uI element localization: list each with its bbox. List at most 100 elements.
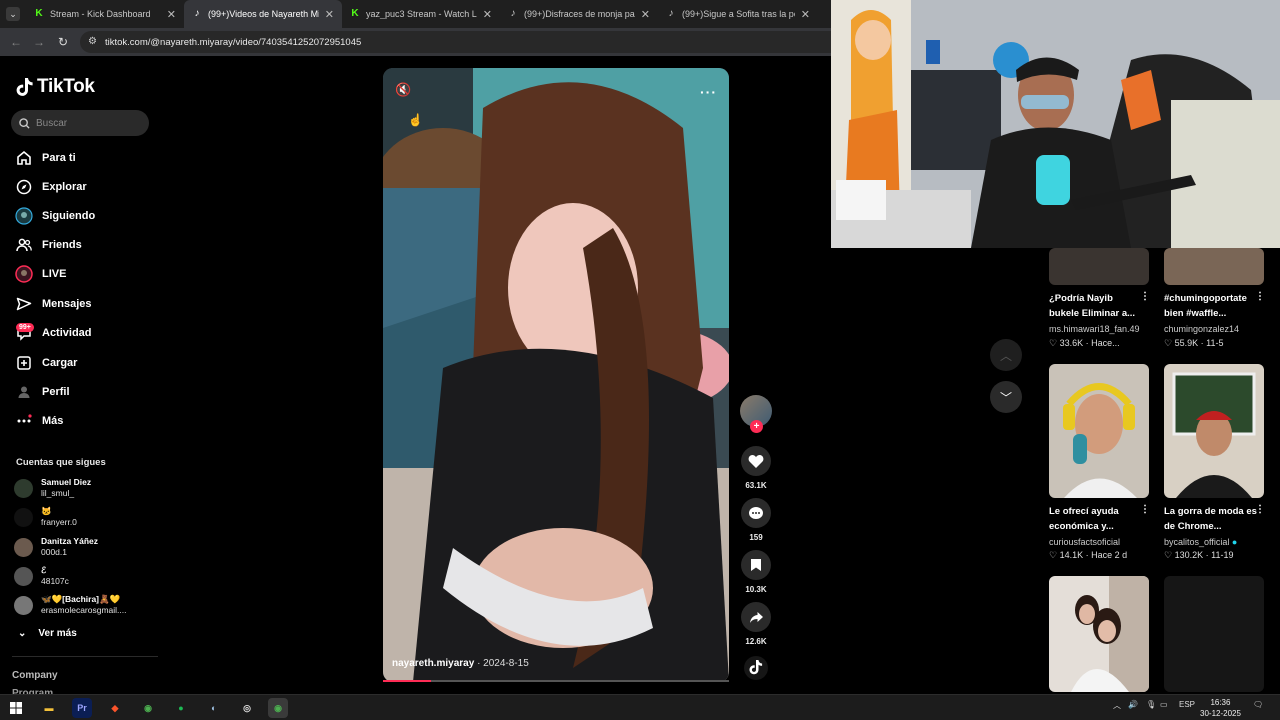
save-count: 10.3K — [745, 585, 767, 594]
tab-search-button[interactable]: ⌄ — [6, 7, 20, 21]
followed-account[interactable]: ℰ 48107c — [14, 565, 69, 587]
reload-icon[interactable]: ↻ — [58, 36, 68, 48]
nav-item-siguiendo[interactable]: Siguiendo — [14, 206, 95, 226]
next-video-button[interactable]: ﹀ — [990, 381, 1022, 413]
browser-tab-active[interactable]: ♪ (99+)Videos de Nayareth Miya ✕ — [184, 0, 342, 28]
tiktok-sound-icon[interactable] — [744, 656, 768, 685]
share-button[interactable]: 12.6K — [736, 602, 776, 646]
grid-card-user[interactable]: bycalitos_official ● — [1164, 537, 1237, 547]
site-info-icon[interactable]: ⚙ — [88, 36, 97, 47]
file-explorer-icon[interactable]: ▬ — [39, 698, 59, 718]
comment-button[interactable]: 159 — [736, 498, 776, 542]
followed-account[interactable]: 🐱 franyerr.0 — [14, 506, 77, 528]
grid-thumbnail[interactable] — [1049, 576, 1149, 692]
chrome-active-icon[interactable]: ◉ — [268, 698, 288, 718]
obs-icon[interactable]: ◎ — [237, 698, 257, 718]
card-options-icon[interactable]: ⋮ — [1255, 504, 1265, 515]
forward-icon[interactable]: → — [33, 36, 45, 48]
notifications-icon[interactable]: 🗨 — [1253, 700, 1263, 709]
messages-icon — [14, 294, 34, 314]
search-box[interactable] — [11, 110, 149, 136]
grid-card-user[interactable]: chumingonzalez14 — [1164, 324, 1239, 334]
followed-account[interactable]: Danitza Yáñez 000d.1 — [14, 536, 98, 558]
language-indicator[interactable]: ESP — [1179, 700, 1195, 709]
upload-icon — [14, 353, 34, 373]
tray-expand-icon[interactable]: ︿ — [1113, 700, 1121, 711]
video-player[interactable] — [383, 68, 729, 682]
close-tab-icon[interactable]: ✕ — [641, 8, 650, 21]
spotify-icon[interactable]: ● — [171, 698, 191, 718]
avatar — [14, 566, 33, 586]
video-frame — [383, 68, 729, 682]
heart-icon: ♡ — [1049, 338, 1058, 348]
video-progress-bar[interactable] — [383, 680, 729, 682]
grid-card-title[interactable]: La gorra de moda es de Chrome... — [1164, 504, 1260, 534]
mute-icon[interactable]: 🔇 — [395, 82, 411, 98]
search-input[interactable] — [36, 117, 136, 129]
avatar — [14, 507, 33, 527]
save-button[interactable]: 10.3K — [736, 550, 776, 594]
compass-icon — [14, 177, 34, 197]
back-icon[interactable]: ← — [10, 36, 22, 48]
grid-thumbnail[interactable] — [1164, 364, 1264, 498]
close-tab-icon[interactable]: ✕ — [167, 8, 176, 21]
heart-icon — [748, 454, 764, 468]
windows-start-icon[interactable] — [6, 698, 26, 718]
card-options-icon[interactable]: ⋮ — [1140, 291, 1150, 302]
activity-badge: 99+ — [16, 323, 34, 332]
followed-account[interactable]: Samuel Diez lil_smul_ — [14, 477, 91, 499]
follow-plus-icon[interactable]: + — [750, 420, 763, 433]
close-tab-icon[interactable]: ✕ — [483, 8, 492, 21]
comment-count: 159 — [749, 533, 763, 542]
premiere-icon[interactable]: Pr — [72, 698, 92, 718]
company-link[interactable]: Company — [12, 670, 58, 681]
browser-tab[interactable]: K Stream - Kick Dashboard ✕ — [26, 0, 184, 28]
nav-item-explorar[interactable]: Explorar — [14, 177, 87, 197]
card-options-icon[interactable]: ⋮ — [1255, 291, 1265, 302]
steam-icon[interactable]: ◐ — [204, 698, 224, 718]
close-tab-icon[interactable]: ✕ — [801, 8, 810, 21]
chevron-down-icon: ⌄ — [18, 628, 27, 639]
video-author[interactable]: nayareth.miyaray — [392, 658, 474, 669]
mouse-cursor-icon: ☝ — [408, 113, 423, 127]
browser-tab[interactable]: ♪ (99+)Sigue a Sofita tras la pérd ✕ — [658, 0, 818, 28]
card-options-icon[interactable]: ⋮ — [1140, 504, 1150, 515]
url-text[interactable]: tiktok.com/@nayareth.miyaray/video/74035… — [105, 37, 361, 48]
chrome-icon[interactable]: ◉ — [138, 698, 158, 718]
followed-account[interactable]: 🦋💛[Bachira]🧸💛 erasmolecarosgmail.... — [14, 594, 127, 616]
video-info: nayareth.miyaray · 2024-8-15 — [392, 658, 529, 669]
grid-thumbnail[interactable] — [1049, 364, 1149, 498]
network-icon[interactable]: ▭ — [1160, 700, 1168, 709]
browser-tab[interactable]: K yaz_puc3 Stream - Watch Live ✕ — [342, 0, 500, 28]
nav-item-cargar[interactable]: Cargar — [14, 353, 77, 373]
grid-thumbnail[interactable] — [1164, 576, 1264, 692]
like-button[interactable]: 63.1K — [736, 446, 776, 490]
grid-card-title[interactable]: #chumingoportate bien #waffle... — [1164, 291, 1260, 321]
video-options-icon[interactable]: ··· — [700, 84, 717, 100]
nav-item-friends[interactable]: Friends — [14, 235, 82, 255]
share-icon — [749, 611, 763, 623]
nav-item-live[interactable]: LIVE — [14, 264, 66, 284]
grid-card-title[interactable]: ¿Podría Nayib bukele Eliminar a... — [1049, 291, 1145, 321]
nav-item-mensajes[interactable]: Mensajes — [14, 294, 92, 314]
speaker-icon[interactable]: 🔊 — [1128, 700, 1138, 709]
nav-item-perfil[interactable]: Perfil — [14, 382, 70, 402]
grid-card-user[interactable]: curiousfactsoficial — [1049, 537, 1120, 547]
heart-icon: ♡ — [1164, 550, 1173, 560]
previous-video-button[interactable]: ︿ — [990, 339, 1022, 371]
clock[interactable]: 16:36 30-12-2025 — [1200, 697, 1241, 719]
video-progress-fill — [383, 680, 432, 682]
brave-icon[interactable]: ◆ — [105, 698, 125, 718]
grid-thumbnail[interactable] — [1164, 248, 1264, 285]
microphone-icon[interactable]: 🎙 — [1146, 700, 1156, 709]
nav-item-mas[interactable]: Más — [14, 411, 63, 431]
close-tab-icon[interactable]: ✕ — [325, 8, 334, 21]
grid-thumbnail[interactable] — [1049, 248, 1149, 285]
nav-item-para-ti[interactable]: Para ti — [14, 148, 76, 168]
browser-tab[interactable]: ♪ (99+)Disfraces de monja para ✕ — [500, 0, 658, 28]
tiktok-logo[interactable]: TikTok — [16, 76, 95, 98]
grid-card-user[interactable]: ms.himawari18_fan.49 — [1049, 324, 1140, 334]
avatar — [14, 595, 33, 615]
grid-card-title[interactable]: Le ofrecí ayuda económica y... — [1049, 504, 1145, 534]
see-more-button[interactable]: ⌄ Ver más — [18, 628, 77, 639]
